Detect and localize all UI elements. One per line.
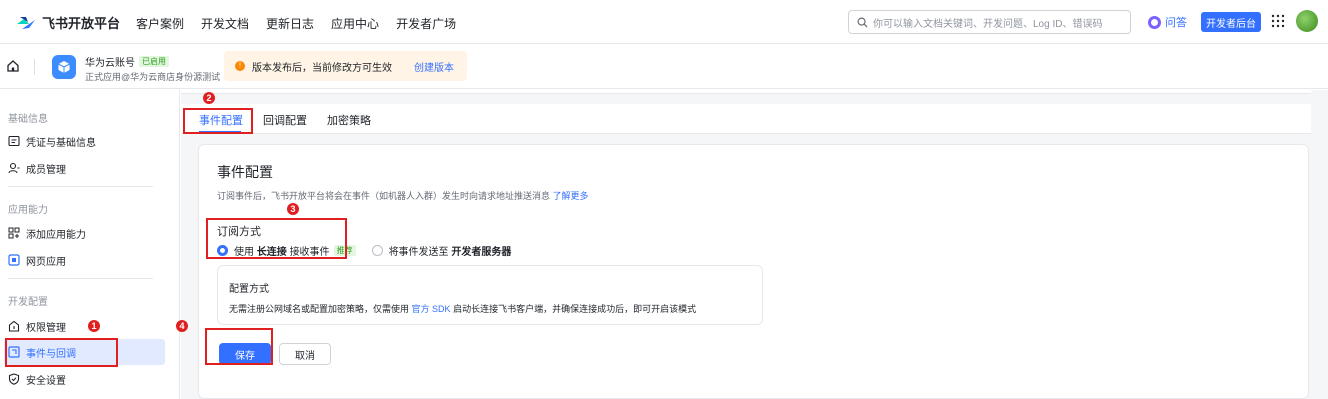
sidebar-divider [8,186,153,187]
warning-icon: ! [235,61,245,71]
cancel-button[interactable]: 取消 [279,343,331,365]
brand-name: 飞书开放平台 [42,16,121,31]
annotation-box-tab [183,108,253,134]
version-notice: ! 版本发布后，当前修改方可生效 创建版本 [224,51,467,81]
config-method-title: 配置方式 [229,284,269,295]
sidebar-item-permissions[interactable]: 权限管理 [0,313,165,339]
option-developer-server[interactable]: 将事件发送至 开发者服务器 [371,243,512,258]
annotation-box-radio [206,218,347,259]
sidebar-item-web-app[interactable]: 网页应用 [0,247,165,273]
home-icon[interactable] [6,59,20,73]
search-input[interactable]: 你可以输入文档关键词、开发问题、Log ID、错误码 [848,10,1131,34]
nav-link-cases[interactable]: 客户案例 [136,15,184,32]
developer-console-button[interactable]: 开发者后台 [1201,12,1261,32]
tab-bar: 事件配置 回调配置 加密策略 [181,104,1311,134]
sidebar-group-capabilities: 应用能力 [8,205,48,216]
add-grid-icon [8,227,20,239]
sidebar-item-label: 权限管理 [26,322,66,334]
card-title: 事件配置 [217,164,273,180]
app-name: 华为云账号 已启用 [85,54,169,69]
main-content: 事件配置 回调配置 加密策略 事件配置 订阅事件后，飞书开放平台将会在事件（如机… [181,90,1328,399]
ask-button[interactable]: 问答 [1148,14,1187,30]
annotation-marker-2: 2 [203,92,215,104]
official-sdk-link[interactable]: 官方 SDK [412,304,451,314]
annotation-marker-4: 4 [176,320,188,332]
option2-prefix: 将事件发送至 [388,247,449,258]
create-version-link[interactable]: 创建版本 [414,59,454,74]
config-method-box: 配置方式 无需注册公网域名或配置加密策略，仅需使用 官方 SDK 启动长连接飞书… [217,265,763,325]
sidebar-item-label: 凭证与基础信息 [26,137,96,149]
sidebar-item-credentials[interactable]: 凭证与基础信息 [0,128,165,154]
avatar[interactable] [1296,10,1318,32]
annotation-marker-1: 1 [88,320,100,332]
app-bar: 华为云账号 已启用 正式应用@华为云商店身份源测试 ! 版本发布后，当前修改方可… [0,45,1328,89]
annotation-marker-3: 3 [287,203,299,215]
sidebar-group-basic: 基础信息 [8,114,48,125]
sidebar-item-label: 添加应用能力 [26,229,86,241]
tab-callback-config[interactable]: 回调配置 [263,112,307,128]
brand-logo[interactable]: 飞书开放平台 [16,13,120,32]
sidebar-item-security[interactable]: 安全设置 [0,366,165,392]
sidebar-item-label: 网页应用 [26,256,66,268]
radio-developer-server[interactable] [371,245,383,256]
search-icon [857,17,868,28]
divider [34,59,35,75]
config-method-desc: 无需注册公网域名或配置加密策略，仅需使用 官方 SDK 启动长连接飞书客户端，并… [229,302,696,315]
apps-grid-icon[interactable] [1271,14,1285,28]
nav-link-docs[interactable]: 开发文档 [201,15,249,32]
app-name-text: 华为云账号 [85,58,135,69]
card-description-text: 订阅事件后，飞书开放平台将会在事件（如机器人入群）发生时向请求地址推送消息 [217,191,551,201]
shield-icon [8,373,20,385]
card-description: 订阅事件后，飞书开放平台将会在事件（如机器人入群）发生时向请求地址推送消息 了解… [217,189,589,202]
nav-link-app-center[interactable]: 应用中心 [331,15,379,32]
sidebar-divider [8,278,153,279]
ask-icon [1148,15,1161,29]
permission-icon [8,320,20,332]
app-subtitle: 正式应用@华为云商店身份源测试 [85,72,221,82]
user-icon [8,162,20,174]
annotation-box-save [205,328,273,365]
ask-label: 问答 [1165,17,1187,29]
search-placeholder: 你可以输入文档关键词、开发问题、Log ID、错误码 [873,18,1103,30]
sidebar-item-label: 成员管理 [26,164,66,176]
annotation-box-events [5,338,118,367]
status-badge: 已启用 [139,56,169,67]
event-config-card: 事件配置 订阅事件后，飞书开放平台将会在事件（如机器人入群）发生时向请求地址推送… [198,144,1309,399]
sidebar-item-label: 安全设置 [26,375,66,387]
top-strip [181,90,1311,94]
feishu-logo-icon [17,16,35,29]
web-app-icon [8,254,20,266]
nav-link-developer-square[interactable]: 开发者广场 [396,15,456,32]
learn-more-link[interactable]: 了解更多 [553,191,589,201]
option2-bold: 开发者服务器 [451,247,512,258]
sidebar-item-add-capability[interactable]: 添加应用能力 [0,220,165,246]
notice-text: 版本发布后，当前修改方可生效 [252,62,392,74]
nav-links: 客户案例 开发文档 更新日志 应用中心 开发者广场 [136,15,456,32]
config-desc-suffix: 启动长连接飞书客户端，并确保连接成功后，即可开启该模式 [453,304,697,314]
top-nav: 飞书开放平台 客户案例 开发文档 更新日志 应用中心 开发者广场 你可以输入文档… [0,0,1328,44]
config-desc-prefix: 无需注册公网域名或配置加密策略，仅需使用 [229,304,410,314]
app-icon [52,55,76,79]
nav-link-changelog[interactable]: 更新日志 [266,15,314,32]
sidebar-group-dev-config: 开发配置 [8,297,48,308]
credential-icon [8,135,20,147]
tab-encryption-policy[interactable]: 加密策略 [327,112,371,128]
sidebar-item-members[interactable]: 成员管理 [0,155,165,181]
